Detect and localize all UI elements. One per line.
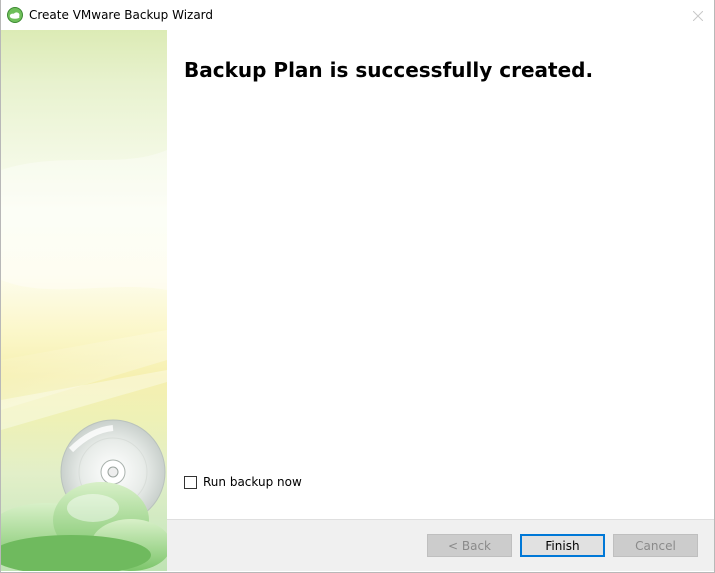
page-title: Backup Plan is successfully created. xyxy=(184,58,594,82)
run-backup-now-label[interactable]: Run backup now xyxy=(203,475,302,489)
run-backup-now-option[interactable]: Run backup now xyxy=(184,475,302,489)
run-backup-now-checkbox[interactable] xyxy=(184,475,197,489)
title-bar[interactable]: Create VMware Backup Wizard xyxy=(1,0,714,30)
wizard-button-bar: < Back Finish Cancel xyxy=(167,519,714,571)
wizard-sidebar-banner xyxy=(1,30,167,571)
window-title: Create VMware Backup Wizard xyxy=(29,8,214,22)
finish-button[interactable]: Finish xyxy=(520,534,605,557)
sidebar-decoration xyxy=(1,150,167,571)
cancel-button[interactable]: Cancel xyxy=(613,534,698,557)
close-button[interactable] xyxy=(682,0,714,30)
wizard-window: Create VMware Backup Wizard Backup Plan … xyxy=(0,0,715,573)
cloud-backup-icon xyxy=(7,7,23,23)
close-icon xyxy=(692,6,704,25)
back-button[interactable]: < Back xyxy=(427,534,512,557)
wizard-content: Backup Plan is successfully created. Run… xyxy=(167,30,714,519)
